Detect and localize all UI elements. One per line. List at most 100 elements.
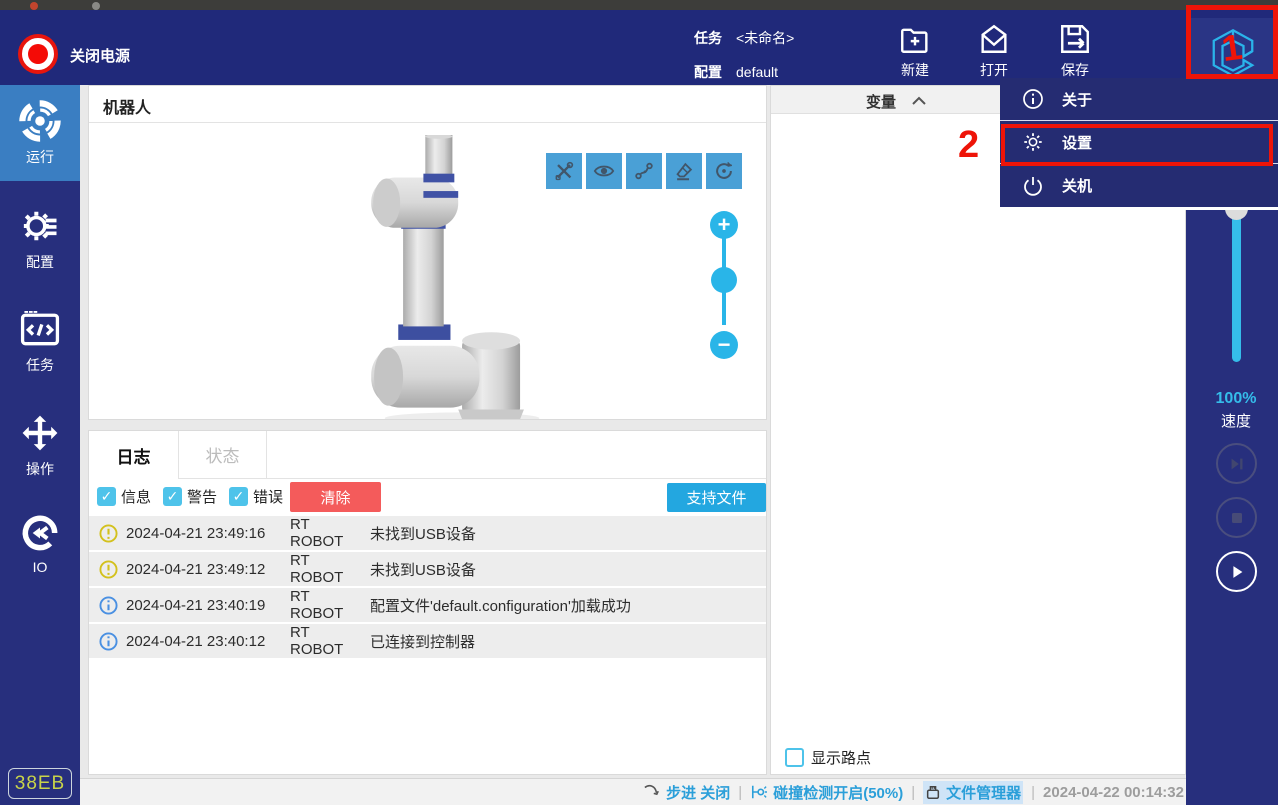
sidebar-item-label: 运行 xyxy=(26,149,54,165)
menu-item-label: 关于 xyxy=(1062,91,1093,109)
usb-drive-icon xyxy=(927,786,940,799)
window-dot-icon xyxy=(92,2,100,10)
zoom-slider-handle[interactable] xyxy=(711,267,737,293)
sidebar-item-operate[interactable]: 操作 xyxy=(0,397,80,493)
app-menu-logo-button[interactable] xyxy=(1190,18,1275,87)
log-row[interactable]: 2024-04-21 23:49:16 RT ROBOT 未找到USB设备 xyxy=(89,516,766,550)
warning-icon xyxy=(99,559,118,579)
run-icon xyxy=(19,100,61,142)
filter-warning-label: 警告 xyxy=(187,489,218,506)
config-gear-icon xyxy=(23,211,57,241)
robot-3d-viewport[interactable]: + − xyxy=(89,123,766,419)
log-time: 2024-04-21 23:49:12 xyxy=(126,560,266,578)
io-sync-icon xyxy=(22,515,58,551)
open-task-label: 打开 xyxy=(980,62,1008,78)
log-message: 配置文件'default.configuration'加载成功 xyxy=(370,597,631,615)
separator: | xyxy=(911,783,916,801)
collision-detection-toggle[interactable]: 碰撞检测开启(50%) xyxy=(750,782,903,803)
log-row[interactable]: 2024-04-21 23:49:12 RT ROBOT 未找到USB设备 xyxy=(89,552,766,586)
eraser-icon xyxy=(676,162,693,181)
status-timestamp: 2024-04-22 00:14:32 xyxy=(1043,783,1184,801)
checkbox-checked-icon: ✓ xyxy=(163,487,182,506)
sidebar-item-label: 操作 xyxy=(26,461,54,477)
filter-warning-checkbox[interactable]: ✓ 警告 xyxy=(163,486,217,507)
filter-info-label: 信息 xyxy=(121,489,152,506)
status-bar: 步进 关闭 | 碰撞检测开启(50%) | 文件管理器 | 2024-04-22… xyxy=(80,778,1186,805)
power-icon xyxy=(1022,175,1052,197)
erase-button[interactable] xyxy=(666,153,702,189)
menu-item-label: 关机 xyxy=(1062,178,1093,195)
open-task-button[interactable]: 打开 xyxy=(962,22,1026,80)
speed-slider-track[interactable] xyxy=(1232,210,1241,362)
os-titlebar xyxy=(0,0,1278,10)
open-file-icon xyxy=(981,24,1007,53)
log-source: RT ROBOT xyxy=(290,588,344,622)
support-files-button[interactable]: 支持文件 xyxy=(667,483,766,512)
tab-log[interactable]: 日志 xyxy=(89,431,179,479)
sidebar-item-label: 任务 xyxy=(26,357,54,373)
log-source: RT ROBOT xyxy=(290,552,344,586)
skip-next-icon xyxy=(1231,458,1242,469)
file-manager-button[interactable]: 文件管理器 xyxy=(923,780,1024,804)
stop-icon xyxy=(1231,512,1242,523)
menu-item-about[interactable]: 关于 xyxy=(1000,78,1278,121)
zoom-out-button[interactable]: − xyxy=(710,331,738,359)
header-bar: 关闭电源 任务 <未命名> 配置 default 新建 打开 保存 xyxy=(0,10,1278,87)
step-arrow-icon xyxy=(644,785,660,796)
menu-item-label: 设置 xyxy=(1062,134,1093,152)
app-logo-cube-icon xyxy=(1212,28,1255,77)
save-icon xyxy=(1061,25,1089,53)
show-waypoints-checkbox[interactable]: 显示路点 xyxy=(785,747,871,768)
speed-value: 100% xyxy=(1215,390,1257,407)
tools-button[interactable] xyxy=(546,153,582,189)
play-button[interactable] xyxy=(1216,551,1257,592)
sidebar-item-run[interactable]: 运行 xyxy=(0,85,80,181)
step-next-button[interactable] xyxy=(1216,443,1257,484)
log-filter-row: ✓ 信息 ✓ 警告 ✓ 错误 清除 支持文件 xyxy=(89,479,766,514)
sidebar-item-config[interactable]: 配置 xyxy=(0,190,80,286)
chevron-up-icon xyxy=(912,96,926,105)
log-time: 2024-04-21 23:40:19 xyxy=(126,596,266,614)
info-icon xyxy=(99,631,118,651)
task-row: 任务 <未命名> xyxy=(694,28,794,48)
filter-error-label: 错误 xyxy=(253,489,284,506)
checkbox-checked-icon: ✓ xyxy=(229,487,248,506)
sidebar-item-label: 配置 xyxy=(26,254,54,270)
stop-button[interactable] xyxy=(1216,497,1257,538)
filter-error-checkbox[interactable]: ✓ 错误 xyxy=(229,486,283,507)
log-row[interactable]: 2024-04-21 23:40:19 RT ROBOT 配置文件'defaul… xyxy=(89,588,766,622)
log-message: 已连接到控制器 xyxy=(370,633,476,651)
warning-icon xyxy=(99,523,118,543)
clear-log-button[interactable]: 清除 xyxy=(290,482,381,512)
separator: | xyxy=(738,783,743,801)
info-icon xyxy=(1022,88,1052,110)
power-off-icon xyxy=(28,44,48,64)
sidebar-item-task[interactable]: 任务 xyxy=(0,293,80,389)
filter-info-checkbox[interactable]: ✓ 信息 xyxy=(97,486,151,507)
task-code-window-icon xyxy=(20,311,60,346)
rotate-reset-icon xyxy=(716,162,733,179)
separator: | xyxy=(1031,783,1036,801)
power-off-button[interactable] xyxy=(18,34,58,74)
log-time: 2024-04-21 23:49:16 xyxy=(126,524,266,542)
window-dot-icon xyxy=(30,2,38,10)
config-value: default xyxy=(736,64,779,80)
menu-item-settings[interactable]: 设置 xyxy=(1000,121,1278,164)
config-label: 配置 xyxy=(694,64,722,80)
path-button[interactable] xyxy=(626,153,662,189)
save-task-button[interactable]: 保存 xyxy=(1043,22,1107,80)
new-task-label: 新建 xyxy=(901,62,929,78)
variables-title: 变量 xyxy=(866,94,897,111)
menu-item-shutdown[interactable]: 关机 xyxy=(1000,164,1278,207)
robot-panel: 机器人 + − xyxy=(88,85,767,420)
log-row[interactable]: 2024-04-21 23:40:12 RT ROBOT 已连接到控制器 xyxy=(89,624,766,658)
view-button[interactable] xyxy=(586,153,622,189)
step-mode-toggle[interactable]: 步进 关闭 xyxy=(643,782,730,803)
reset-view-button[interactable] xyxy=(706,153,742,189)
new-task-button[interactable]: 新建 xyxy=(883,22,947,80)
app-dropdown-menu: 关于 设置 关机 xyxy=(1000,78,1278,210)
tools-icon xyxy=(555,161,574,181)
tab-status[interactable]: 状态 xyxy=(179,431,267,479)
step-mode-label: 步进 关闭 xyxy=(666,784,731,802)
sidebar-item-io[interactable]: IO xyxy=(0,497,80,593)
